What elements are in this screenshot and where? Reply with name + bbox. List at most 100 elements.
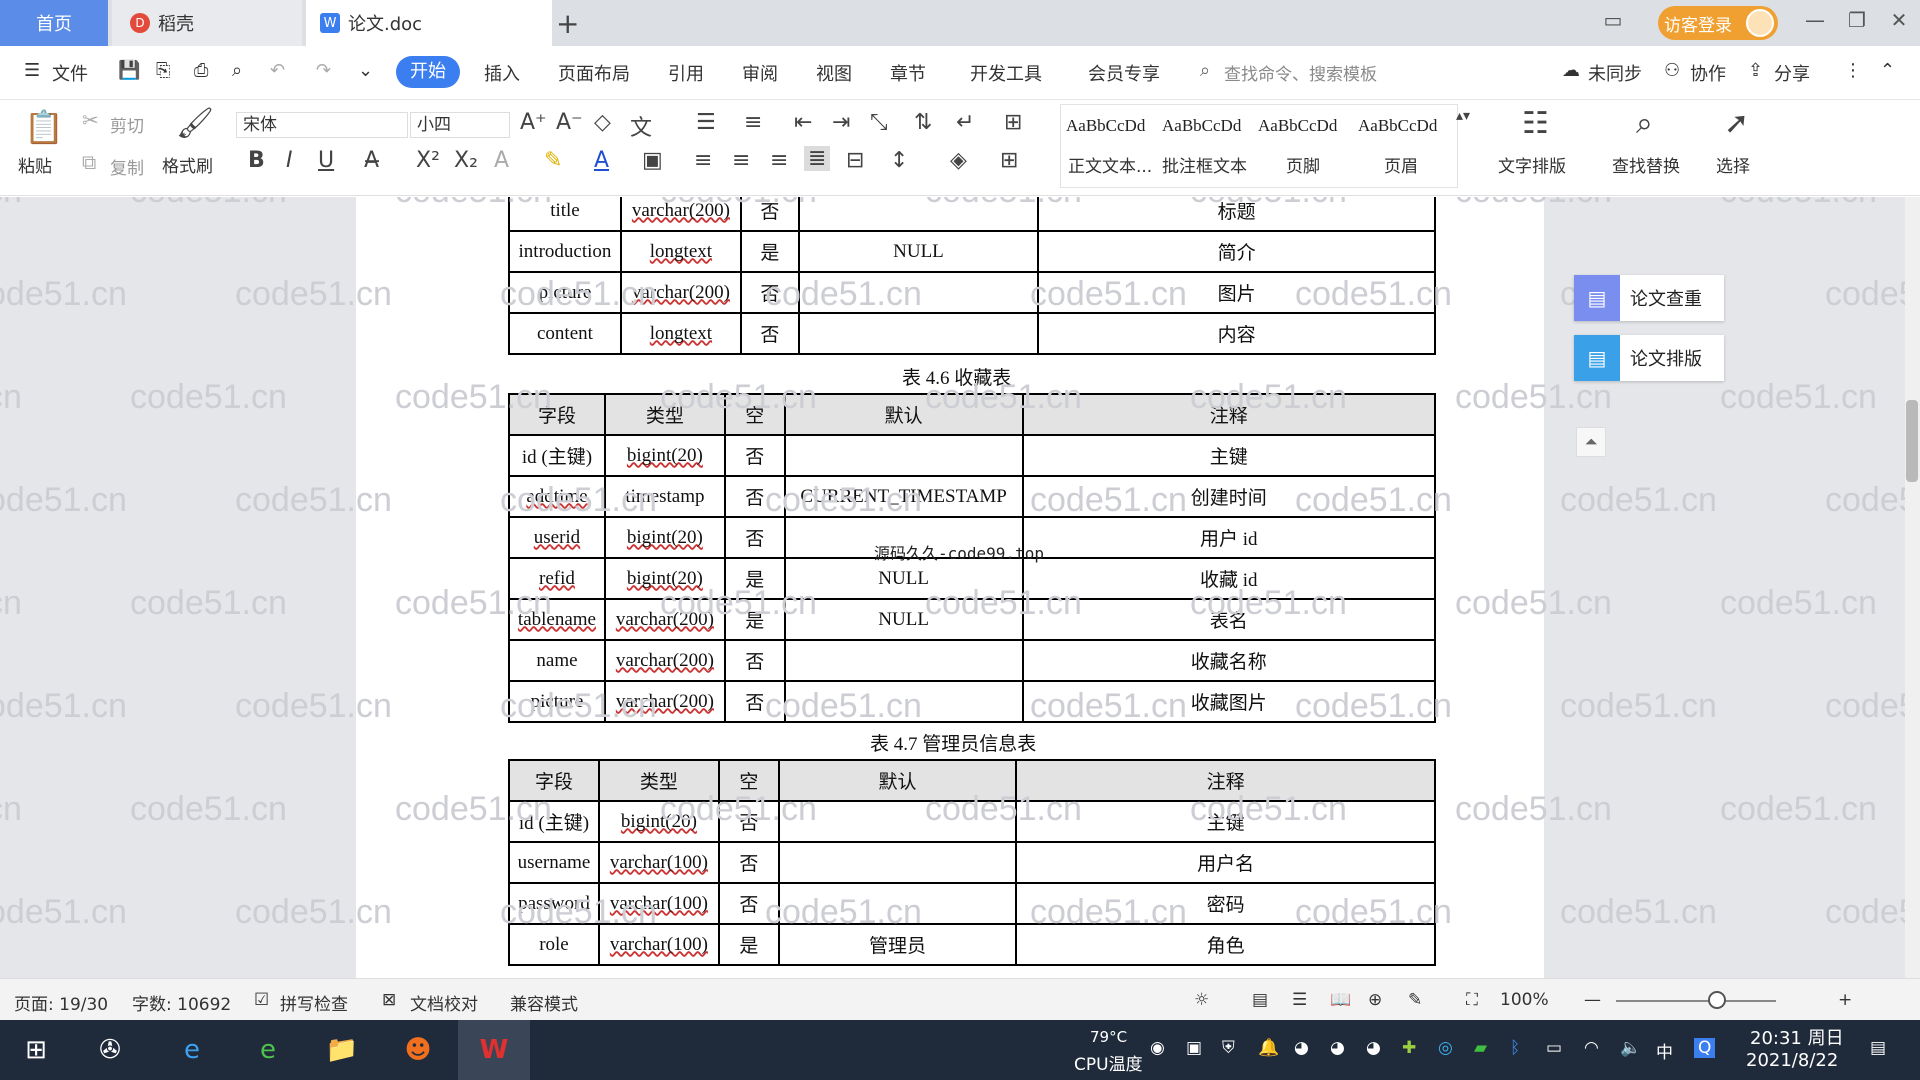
find-replace-button[interactable]: 查找替换 — [1612, 152, 1680, 177]
font-size-select[interactable]: 小四 — [410, 112, 510, 138]
distributed-icon[interactable]: ⊟ — [846, 148, 864, 173]
char-border-icon[interactable]: ▣ — [642, 148, 663, 173]
tray-app-icon[interactable]: ☻ — [396, 1028, 440, 1072]
customize-chevron-icon[interactable]: ⌄ — [358, 60, 373, 81]
menu-insert[interactable]: 插入 — [484, 60, 520, 86]
page-counter[interactable]: 页面: 19/30 — [14, 990, 108, 1015]
tray-icon[interactable]: ◕ — [1366, 1038, 1381, 1058]
doc-proof-button[interactable]: 文档校对 — [410, 990, 478, 1015]
more-icon[interactable]: ⋮ — [1844, 60, 1862, 81]
copy-button[interactable]: 复制 — [110, 154, 144, 179]
paper-check-button[interactable]: ▤ 论文查重 — [1574, 275, 1724, 321]
wps-taskbar-icon[interactable]: W — [458, 1020, 530, 1080]
write-mode-icon[interactable]: ✎ — [1408, 990, 1422, 1010]
show-marks-icon[interactable]: ↵ — [956, 110, 974, 135]
paste-icon[interactable]: 📋 — [24, 108, 64, 146]
format-painter-button[interactable]: 格式刷 — [162, 152, 213, 177]
style-body-text[interactable]: 正文文本... — [1068, 152, 1152, 177]
tab-daoke[interactable]: D 稻壳 — [112, 0, 302, 46]
style-preview[interactable]: AaBbCcDd — [1258, 116, 1337, 136]
tray-icon[interactable]: ◉ — [1150, 1038, 1165, 1058]
battery-icon[interactable]: ▭ — [1546, 1038, 1562, 1058]
scrollbar-thumb[interactable] — [1906, 400, 1918, 482]
style-footer[interactable]: 页脚 — [1286, 152, 1320, 177]
collab-button[interactable]: 协作 — [1690, 60, 1726, 86]
bold-icon[interactable]: B — [248, 148, 265, 173]
windows-start-icon[interactable]: ⊞ — [14, 1028, 58, 1072]
table-tools-icon[interactable]: ⊞ — [1004, 110, 1022, 135]
align-center-icon[interactable]: ≡ — [732, 148, 750, 173]
menu-layout[interactable]: 页面布局 — [558, 60, 630, 86]
restore-icon[interactable]: ❐ — [1842, 8, 1872, 32]
tab-document[interactable]: W 论文.doc — [306, 0, 552, 46]
page-view-icon[interactable]: ▤ — [1252, 990, 1268, 1010]
redo-icon[interactable]: ↷ — [316, 60, 331, 81]
tray-icon[interactable]: ◕ — [1330, 1038, 1345, 1058]
strikethrough-icon[interactable]: A̶ — [364, 148, 379, 173]
style-preview[interactable]: AaBbCcDd — [1066, 116, 1145, 136]
underline-icon[interactable]: U — [318, 148, 334, 173]
style-header[interactable]: 页眉 — [1384, 152, 1418, 177]
save-icon[interactable]: 💾 — [118, 60, 140, 81]
wifi-icon[interactable]: ◠ — [1584, 1038, 1599, 1058]
paper-format-button[interactable]: ▤ 论文排版 — [1574, 335, 1724, 381]
visitor-login-button[interactable]: 访客登录 — [1658, 6, 1778, 40]
highlight-icon[interactable]: ✎ — [544, 148, 562, 173]
menu-chapter[interactable]: 章节 — [890, 60, 926, 86]
tab-home[interactable]: 首页 — [0, 0, 108, 46]
grow-font-icon[interactable]: A⁺ — [520, 110, 547, 135]
paste-button[interactable]: 粘贴 — [18, 152, 52, 177]
fit-page-icon[interactable]: ⛶ — [1466, 990, 1478, 1010]
minimize-icon[interactable]: — — [1800, 8, 1830, 32]
style-preview[interactable]: AaBbCcDd — [1162, 116, 1241, 136]
font-color-icon[interactable]: A — [594, 148, 609, 173]
layout-switch-icon[interactable]: ▭ — [1598, 8, 1628, 32]
increase-indent-icon[interactable]: ⇥ — [832, 110, 850, 135]
document-canvas[interactable]: title varchar(200) 否 标题 introduction lon… — [0, 197, 1905, 978]
file-explorer-icon[interactable]: 📁 — [320, 1028, 364, 1072]
collapse-ribbon-icon[interactable]: ⌃ — [1880, 60, 1895, 81]
font-family-select[interactable]: 宋体 — [236, 112, 408, 138]
input-method-indicator[interactable]: 中 — [1656, 1038, 1673, 1063]
sort-icon[interactable]: ⇅ — [914, 110, 932, 135]
ie-browser-icon[interactable]: e — [170, 1028, 214, 1072]
menu-reference[interactable]: 引用 — [668, 60, 704, 86]
eye-protect-icon[interactable]: ☼ — [1194, 990, 1209, 1010]
numbered-list-icon[interactable]: ≡ — [744, 110, 762, 135]
tray-icon[interactable]: ◕ — [1294, 1038, 1309, 1058]
align-right-icon[interactable]: ≡ — [770, 148, 788, 173]
shrink-font-icon[interactable]: A⁻ — [556, 110, 583, 135]
clock-time[interactable]: 20:31 周日 — [1750, 1024, 1844, 1050]
menu-file[interactable]: 文件 — [52, 60, 88, 86]
fan-app-icon[interactable]: ✇ — [88, 1028, 132, 1072]
bullet-list-icon[interactable]: ☰ — [696, 110, 716, 135]
bell-icon[interactable]: 🔔 — [1258, 1038, 1279, 1058]
outline-view-icon[interactable]: ☰ — [1292, 990, 1307, 1010]
menu-devtools[interactable]: 开发工具 — [970, 60, 1042, 86]
spell-check-button[interactable]: 拼写检查 — [280, 990, 348, 1015]
reading-view-icon[interactable]: 📖 — [1330, 990, 1351, 1010]
italic-icon[interactable]: I — [286, 148, 293, 173]
command-search-input[interactable]: 查找命令、搜索模板 — [1224, 60, 1377, 85]
text-layout-button[interactable]: 文字排版 — [1498, 152, 1566, 177]
bluetooth-icon[interactable]: ᛒ — [1510, 1038, 1520, 1058]
zoom-in-icon[interactable]: + — [1838, 990, 1852, 1010]
align-justify-icon[interactable]: ≣ — [804, 146, 831, 171]
hamburger-icon[interactable]: ☰ — [24, 60, 40, 81]
zoom-out-icon[interactable]: — — [1584, 990, 1601, 1010]
line-spacing-icon[interactable]: ↕ — [890, 148, 908, 173]
new-tab-button[interactable]: + — [556, 0, 582, 46]
notification-icon[interactable]: ▤ — [1870, 1038, 1886, 1058]
volume-icon[interactable]: 🔈 — [1620, 1038, 1641, 1058]
browser-360-icon[interactable]: e — [246, 1028, 290, 1072]
phonetic-icon[interactable]: 文 — [630, 110, 652, 142]
align-left-icon[interactable]: ≡ — [694, 148, 712, 173]
print-icon[interactable]: ⎙ — [194, 60, 208, 81]
gallery-scroll-icon[interactable]: ▴▾ — [1456, 108, 1470, 124]
export-icon[interactable]: ⎘ — [156, 60, 170, 81]
borders-icon[interactable]: ⊞ — [1000, 148, 1018, 173]
tray-icon[interactable]: ▣ — [1186, 1038, 1202, 1058]
menu-member[interactable]: 会员专享 — [1088, 60, 1160, 86]
share-button[interactable]: 分享 — [1774, 60, 1810, 86]
text-direction-icon[interactable]: ⤡ — [870, 110, 888, 135]
